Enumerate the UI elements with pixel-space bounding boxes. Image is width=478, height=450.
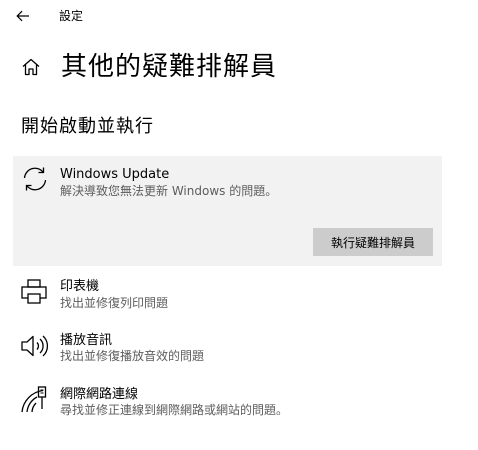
printer-icon bbox=[19, 277, 49, 307]
item-description: 解決導致您無法更新 Windows 的問題。 bbox=[60, 184, 278, 198]
item-description: 尋找並修正連線到網際網路或網站的問題。 bbox=[60, 403, 289, 417]
troubleshooter-windows-update[interactable]: Windows Update 解決導致您無法更新 Windows 的問題。 執行… bbox=[13, 156, 442, 266]
title-bar: 設定 bbox=[0, 0, 478, 32]
back-button[interactable] bbox=[10, 4, 36, 28]
troubleshooter-network[interactable]: 網際網路連線 尋找並修正連線到網際網路或網站的問題。 bbox=[13, 383, 442, 427]
item-name: 網際網路連線 bbox=[60, 387, 139, 402]
troubleshooter-printer[interactable]: 印表機 找出並修復列印問題 bbox=[13, 274, 442, 318]
item-description: 找出並修復播放音效的問題 bbox=[60, 349, 205, 363]
troubleshooter-audio[interactable]: 播放音訊 找出並修復播放音效的問題 bbox=[13, 329, 442, 373]
back-arrow-icon bbox=[16, 10, 29, 22]
network-icon bbox=[19, 385, 49, 415]
section-title: 開始啟動並執行 bbox=[21, 116, 154, 137]
speaker-icon bbox=[19, 331, 49, 361]
item-name: Windows Update bbox=[60, 167, 170, 182]
run-troubleshooter-button[interactable]: 執行疑難排解員 bbox=[313, 228, 433, 256]
page-title: 其他的疑難排解員 bbox=[61, 52, 278, 82]
settings-window: 設定 其他的疑難排解員 開始啟動並執行 Windows Update 解決導致您… bbox=[0, 0, 478, 450]
item-name: 播放音訊 bbox=[60, 333, 113, 348]
item-name: 印表機 bbox=[60, 279, 100, 294]
page-heading: 其他的疑難排解員 bbox=[20, 50, 277, 84]
item-description: 找出並修復列印問題 bbox=[60, 296, 169, 310]
home-icon[interactable] bbox=[20, 56, 42, 78]
sync-icon bbox=[20, 164, 50, 194]
app-title: 設定 bbox=[59, 9, 84, 23]
